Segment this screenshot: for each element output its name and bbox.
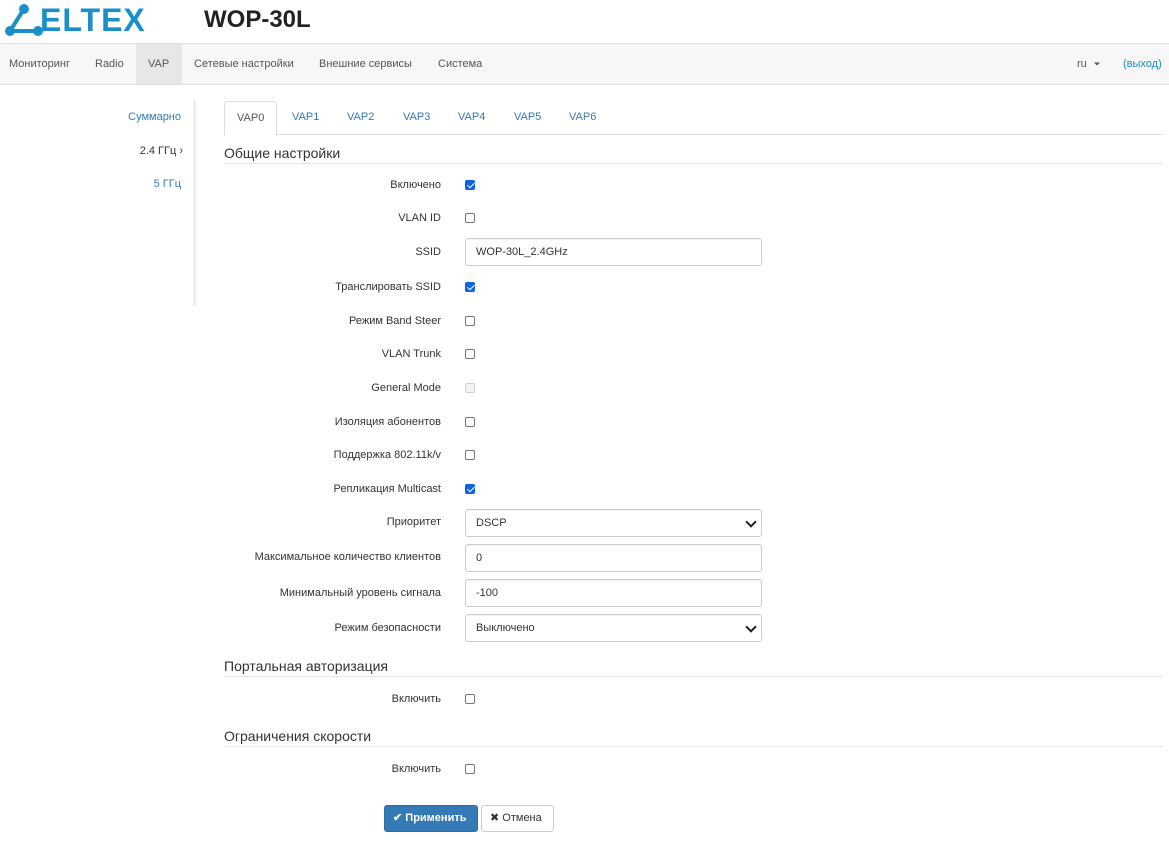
priority-select[interactable]: DSCP — [465, 509, 762, 537]
station-isolation-label: Изоляция абонентов — [334, 416, 441, 428]
logout-link[interactable]: (выход) — [1123, 44, 1162, 84]
multicast-replication-label: Репликация Multicast — [333, 483, 441, 495]
close-icon: ✖ — [490, 812, 500, 824]
apply-button-label: Применить — [405, 812, 467, 824]
chevron-down-icon — [745, 516, 757, 528]
vlan-id-label: VLAN ID — [398, 212, 441, 224]
apply-button[interactable]: ✔ Применить — [384, 805, 478, 832]
caret-down-icon — [1093, 62, 1100, 66]
logo-text: ELTEX — [40, 2, 146, 38]
nav-system[interactable]: Система — [426, 44, 494, 84]
nav-vap[interactable]: VAP — [136, 44, 182, 84]
rate-limit-title: Ограничения скорости — [224, 728, 1163, 747]
tab-vap3[interactable]: VAP3 — [391, 101, 442, 135]
portal-auth-title: Портальная авторизация — [224, 658, 1163, 677]
min-signal-label: Минимальный уровень сигнала — [279, 587, 441, 599]
priority-label: Приоритет — [386, 516, 441, 528]
max-clients-label: Максимальное количество клиентов — [254, 551, 441, 563]
product-title: WOP-30L — [204, 6, 311, 33]
nav-network-settings[interactable]: Сетевые настройки — [182, 44, 306, 84]
support-80211kv-label: Поддержка 802.11k/v — [333, 449, 441, 461]
vap-tabs: VAP0 VAP1 VAP2 VAP3 VAP4 VAP5 VAP6 — [224, 101, 1163, 136]
broadcast-ssid-checkbox[interactable] — [465, 282, 475, 292]
vlan-id-checkbox[interactable] — [465, 213, 475, 223]
general-mode-checkbox — [465, 383, 475, 393]
vlan-trunk-checkbox[interactable] — [465, 349, 475, 359]
band-steer-label: Режим Band Steer — [348, 315, 441, 327]
tab-vap5[interactable]: VAP5 — [502, 101, 553, 135]
general-mode-label: General Mode — [371, 382, 441, 394]
language-label: ru — [1077, 58, 1087, 70]
sidebar-item-5ghz[interactable]: 5 ГГц — [154, 178, 181, 190]
language-dropdown[interactable]: ru — [1077, 44, 1101, 84]
main-navbar: Мониторинг Radio VAP Сетевые настройки В… — [0, 43, 1169, 85]
security-mode-label: Режим безопасности — [334, 622, 441, 634]
chevron-right-icon: › — [179, 145, 183, 157]
eltex-logo: ELTEX — [4, 2, 160, 38]
portal-enable-checkbox[interactable] — [465, 694, 475, 704]
enabled-checkbox[interactable] — [465, 180, 475, 190]
app-header: ELTEX WOP-30L — [0, 0, 1169, 44]
sidebar-item-summary[interactable]: Суммарно — [128, 111, 181, 123]
band-sidebar: Суммарно 2.4 ГГц › 5 ГГц — [100, 100, 196, 306]
cancel-button-label: Отмена — [502, 812, 542, 824]
security-mode-select[interactable]: Выключено — [465, 614, 762, 642]
chevron-down-icon — [745, 621, 757, 633]
vlan-trunk-label: VLAN Trunk — [381, 348, 441, 360]
max-clients-input[interactable]: 0 — [465, 544, 762, 572]
sidebar-item-2-4ghz-label: 2.4 ГГц — [139, 145, 177, 157]
tab-vap1[interactable]: VAP1 — [280, 101, 331, 135]
cancel-button[interactable]: ✖ Отмена — [481, 805, 554, 832]
priority-select-value: DSCP — [476, 517, 507, 529]
general-settings-title: Общие настройки — [224, 145, 1163, 164]
nav-external-services[interactable]: Внешние сервисы — [307, 44, 424, 84]
rate-limit-enable-label: Включить — [391, 763, 441, 775]
multicast-replication-checkbox[interactable] — [465, 484, 475, 494]
nav-radio[interactable]: Radio — [83, 44, 136, 84]
rate-limit-enable-checkbox[interactable] — [465, 764, 475, 774]
tab-vap6[interactable]: VAP6 — [557, 101, 608, 135]
tab-vap4[interactable]: VAP4 — [446, 101, 497, 135]
checkmark-icon: ✔ — [393, 812, 403, 824]
portal-enable-label: Включить — [391, 693, 441, 705]
enabled-label: Включено — [390, 179, 441, 191]
ssid-label: SSID — [415, 246, 441, 258]
broadcast-ssid-label: Транслировать SSID — [335, 281, 441, 293]
tab-vap2[interactable]: VAP2 — [335, 101, 386, 135]
sidebar-item-2-4ghz[interactable]: 2.4 ГГц › — [140, 145, 183, 157]
security-mode-select-value: Выключено — [476, 622, 535, 634]
support-80211kv-checkbox[interactable] — [465, 450, 475, 460]
min-signal-input[interactable]: -100 — [465, 579, 762, 607]
ssid-input[interactable]: WOP-30L_2.4GHz — [465, 238, 762, 266]
band-steer-checkbox[interactable] — [465, 316, 475, 326]
nav-monitoring[interactable]: Мониторинг — [0, 44, 82, 84]
tab-vap0[interactable]: VAP0 — [224, 101, 278, 136]
station-isolation-checkbox[interactable] — [465, 417, 475, 427]
eltex-logo-mark-icon — [5, 4, 43, 36]
